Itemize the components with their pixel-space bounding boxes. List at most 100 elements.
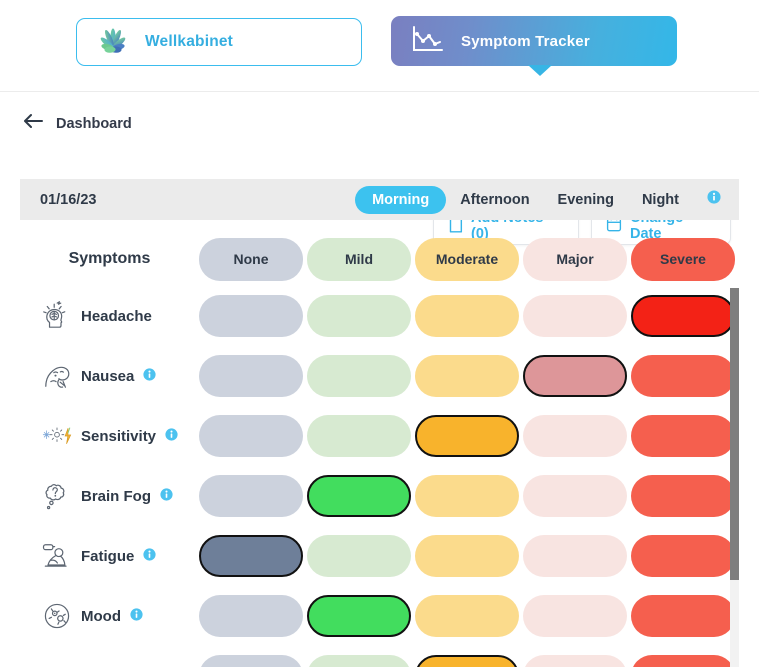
table-row: Nausea	[20, 346, 739, 406]
symptom-label-cell: Fatigue	[20, 540, 199, 572]
nausea-icon	[42, 360, 72, 392]
legend-moderate[interactable]: Moderate	[415, 237, 519, 281]
period-evening[interactable]: Evening	[544, 186, 628, 214]
info-icon[interactable]	[165, 427, 178, 445]
current-date: 01/16/23	[40, 191, 97, 208]
severity-cell-moderate[interactable]	[415, 595, 519, 637]
severity-cell-none[interactable]	[199, 475, 303, 517]
severity-cell-moderate[interactable]	[415, 295, 519, 337]
legend-none[interactable]: None	[199, 237, 303, 281]
severity-cells	[199, 295, 739, 337]
symptom-label-cell: Headache	[20, 300, 199, 332]
severity-cell-none[interactable]	[199, 535, 303, 577]
fatigue-icon	[42, 540, 72, 572]
brand-tab[interactable]: Wellkabinet	[76, 18, 362, 66]
severity-cell-mild[interactable]	[307, 655, 411, 667]
severity-cell-mild[interactable]	[307, 415, 411, 457]
severity-cell-severe[interactable]	[631, 475, 735, 517]
severity-cell-major[interactable]	[523, 355, 627, 397]
severity-cell-major[interactable]	[523, 535, 627, 577]
lotus-logo-icon	[95, 27, 131, 57]
period-night[interactable]: Night	[628, 186, 693, 214]
severity-cell-major[interactable]	[523, 655, 627, 667]
period-bar: 01/16/23 Morning Afternoon Evening Night	[20, 179, 739, 220]
legend-severe[interactable]: Severe	[631, 237, 735, 281]
severity-cell-mild[interactable]	[307, 595, 411, 637]
info-icon[interactable]	[143, 547, 156, 565]
severity-cells	[199, 355, 739, 397]
severity-cell-major[interactable]	[523, 595, 627, 637]
arrow-left-icon	[22, 112, 44, 135]
severity-cell-major[interactable]	[523, 415, 627, 457]
severity-cell-none[interactable]	[199, 415, 303, 457]
severity-cell-moderate[interactable]	[415, 415, 519, 457]
severity-cell-mild[interactable]	[307, 475, 411, 517]
sensitivity-icon	[42, 420, 72, 452]
period-morning[interactable]: Morning	[355, 185, 447, 214]
symptom-name: Nausea	[81, 367, 135, 385]
severity-cell-severe[interactable]	[631, 415, 735, 457]
table-row: Fatigue	[20, 526, 739, 586]
severity-cells	[199, 595, 739, 637]
symptom-label-cell	[20, 660, 199, 667]
period-afternoon[interactable]: Afternoon	[446, 186, 543, 214]
grid-right-gutter	[739, 286, 759, 667]
severity-cell-none[interactable]	[199, 655, 303, 667]
brand-tab-label: Wellkabinet	[145, 33, 234, 50]
symptom-label-cell: Brain Fog	[20, 480, 199, 512]
nav-row: Dashboard Add Notes (0) Change Date	[0, 92, 759, 245]
severity-cell-severe[interactable]	[631, 535, 735, 577]
legend-major[interactable]: Major	[523, 237, 627, 281]
severity-cell-major[interactable]	[523, 475, 627, 517]
severity-cell-moderate[interactable]	[415, 655, 519, 667]
severity-cell-moderate[interactable]	[415, 475, 519, 517]
legend-moderate-label: Moderate	[435, 251, 499, 267]
legend-mild[interactable]: Mild	[307, 237, 411, 281]
severity-cell-severe[interactable]	[631, 355, 735, 397]
severity-cell-mild[interactable]	[307, 355, 411, 397]
brain-fog-icon	[42, 480, 72, 512]
severity-cell-moderate[interactable]	[415, 355, 519, 397]
legend-mild-label: Mild	[345, 251, 373, 267]
period-selector: Morning Afternoon Evening Night	[355, 185, 739, 214]
symptom-name: Headache	[81, 307, 152, 325]
partial-row-icon	[42, 660, 72, 667]
app-tab-bar: Wellkabinet Symptom Tracker	[0, 0, 759, 92]
tab-symptom-tracker[interactable]: Symptom Tracker	[391, 16, 677, 66]
legend-severe-label: Severe	[660, 251, 706, 267]
tab-symptom-tracker-label: Symptom Tracker	[461, 32, 590, 50]
legend-major-label: Major	[556, 251, 594, 267]
table-row: Brain Fog	[20, 466, 739, 526]
grid-scrollbar-thumb[interactable]	[730, 288, 739, 580]
severity-cell-severe[interactable]	[631, 595, 735, 637]
severity-cells	[199, 655, 739, 667]
severity-cells	[199, 475, 739, 517]
severity-cell-none[interactable]	[199, 595, 303, 637]
back-link-label: Dashboard	[56, 115, 132, 132]
table-row: Headache	[20, 286, 739, 346]
symptom-tracker-page: Wellkabinet Symptom Tracker Dashboard (0…	[0, 0, 759, 667]
severity-cell-major[interactable]	[523, 295, 627, 337]
severity-cells	[199, 535, 739, 577]
severity-cell-severe[interactable]	[631, 655, 735, 667]
back-to-dashboard-link[interactable]: Dashboard	[22, 112, 132, 135]
severity-cell-mild[interactable]	[307, 295, 411, 337]
severity-cell-none[interactable]	[199, 355, 303, 397]
legend-cells: None Mild Moderate Major Severe	[199, 237, 739, 281]
info-icon[interactable]	[143, 367, 156, 385]
grid-left-gutter	[0, 179, 20, 667]
table-row: Mood	[20, 586, 739, 646]
symptom-name: Brain Fog	[81, 487, 151, 505]
info-icon[interactable]	[160, 487, 173, 505]
severity-cell-mild[interactable]	[307, 535, 411, 577]
symptom-label-cell: Nausea	[20, 360, 199, 392]
symptoms-column-header: Symptoms	[20, 250, 199, 268]
symptom-name: Fatigue	[81, 547, 135, 565]
symptom-label-cell: Mood	[20, 600, 199, 632]
info-icon[interactable]	[130, 607, 143, 625]
severity-cell-severe[interactable]	[631, 295, 735, 337]
severity-cell-moderate[interactable]	[415, 535, 519, 577]
severity-cell-none[interactable]	[199, 295, 303, 337]
info-icon[interactable]	[707, 190, 721, 209]
table-row	[20, 646, 739, 667]
